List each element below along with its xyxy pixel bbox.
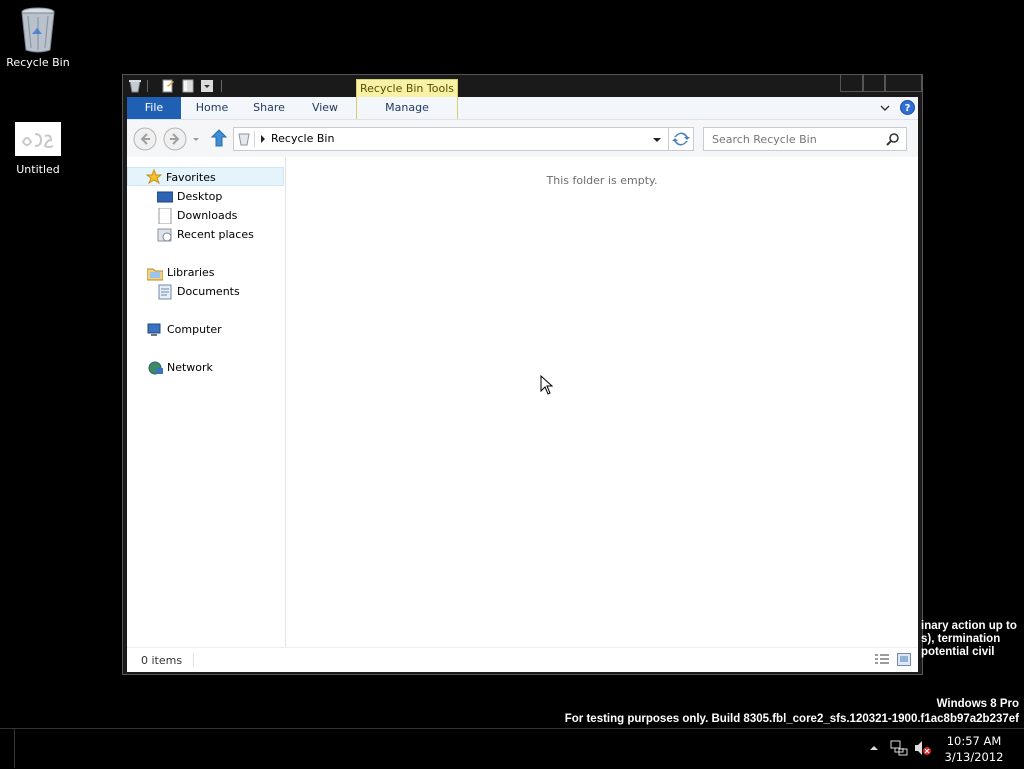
star-icon [146, 169, 162, 185]
tab-file[interactable]: File [127, 97, 181, 119]
separator [193, 653, 194, 667]
back-arrow-icon[interactable] [133, 127, 157, 151]
computer-icon [147, 323, 161, 336]
contextual-tab-group: Recycle Bin Tools [356, 79, 458, 98]
tab-share[interactable]: Share [245, 97, 293, 119]
nav-label: Recent places [177, 228, 254, 241]
navigation-pane: Favorites Desktop Downloads Recent place… [127, 157, 286, 647]
notice-line: potential civil [921, 646, 995, 658]
large-icons-view-icon[interactable] [897, 653, 911, 666]
explorer-window: Recycle Bin Tools File Home Share View M… [122, 74, 923, 675]
maximize-button[interactable] [862, 75, 886, 92]
search-icon[interactable] [886, 132, 900, 146]
tab-view[interactable]: View [301, 97, 349, 119]
taskbar: 10:57 AM 3/13/2012 [0, 728, 1024, 769]
minimize-button[interactable] [840, 75, 864, 92]
watermark-build: For testing purposes only. Build 8305.fb… [564, 713, 1019, 725]
nav-label: Favorites [166, 171, 216, 184]
desktop-icon-untitled[interactable]: Untitled [0, 122, 76, 176]
nav-label: Libraries [167, 266, 215, 279]
content-area: Favorites Desktop Downloads Recent place… [127, 157, 918, 647]
nav-label: Computer [167, 323, 222, 336]
desktop-icon-label: Untitled [16, 163, 60, 176]
search-box[interactable] [703, 127, 907, 151]
separator [221, 80, 222, 92]
title-bar: Recycle Bin Tools [123, 75, 922, 98]
breadcrumb-location[interactable]: Recycle Bin [271, 132, 334, 145]
taskbar-empty-area[interactable] [0, 729, 15, 768]
clock[interactable]: 10:57 AM 3/13/2012 [940, 733, 1008, 765]
tab-home[interactable]: Home [187, 97, 237, 119]
show-hidden-icons-icon[interactable] [869, 744, 879, 752]
nav-label: Downloads [177, 209, 238, 222]
clock-time: 10:57 AM [946, 734, 1002, 748]
clock-date: 3/13/2012 [944, 750, 1004, 764]
recent-places-icon [157, 228, 172, 242]
documents-icon [158, 284, 172, 300]
nav-label: Documents [177, 285, 240, 298]
nav-label: Desktop [177, 190, 223, 203]
nav-item-favorites[interactable]: Favorites [127, 167, 284, 186]
file-list[interactable]: This folder is empty. [286, 157, 918, 647]
volume-muted-icon[interactable] [914, 740, 932, 756]
navigation-bar: Recycle Bin [127, 120, 918, 157]
network-tray-icon[interactable] [890, 740, 908, 756]
empty-folder-message: This folder is empty. [546, 174, 658, 187]
nav-label: Network [167, 361, 213, 374]
item-count: 0 items [141, 654, 183, 667]
chevron-down-icon [204, 85, 210, 88]
libraries-icon [147, 268, 163, 281]
recycle-bin-small-icon [238, 133, 250, 146]
mouse-cursor-icon [540, 375, 554, 395]
downloads-folder-icon [158, 208, 172, 224]
partial-notice: inary action up to s), termination poten… [921, 620, 1024, 659]
recent-locations-chevron-icon[interactable] [191, 134, 201, 144]
ribbon-tabs: File Home Share View Manage ? [127, 97, 918, 120]
svg-text:?: ? [905, 103, 911, 114]
refresh-icon [672, 132, 690, 146]
build-watermark: Windows 8 Pro For testing purposes only.… [565, 697, 1019, 727]
search-input[interactable] [710, 131, 874, 147]
recycle-bin-icon [21, 7, 55, 53]
desktop-icon-recycle-bin[interactable]: Recycle Bin [0, 6, 76, 69]
expand-ribbon-icon[interactable] [879, 102, 891, 114]
separator [254, 131, 255, 147]
new-folder-icon[interactable] [181, 79, 195, 93]
watermark-edition: Windows 8 Pro [936, 698, 1019, 710]
recycle-bin-small-icon [129, 80, 141, 93]
refresh-button[interactable] [668, 127, 694, 151]
status-bar: 0 items [127, 647, 918, 672]
breadcrumb-arrow-icon[interactable] [260, 135, 266, 143]
desktop-icon-label: Recycle Bin [6, 56, 70, 69]
properties-icon[interactable] [161, 79, 175, 93]
quick-access-dropdown[interactable] [201, 80, 213, 92]
help-icon[interactable]: ? [900, 100, 915, 115]
network-icon [148, 361, 163, 375]
details-view-icon[interactable] [875, 654, 889, 666]
address-dropdown-icon[interactable] [652, 136, 662, 144]
desktop-icon [157, 191, 173, 203]
separator [147, 80, 148, 92]
address-box[interactable]: Recycle Bin [233, 127, 693, 151]
paint-document-icon [15, 122, 61, 156]
close-button[interactable] [884, 75, 922, 92]
notice-line: s), termination [921, 633, 1001, 645]
forward-arrow-icon[interactable] [163, 127, 187, 151]
notice-line: inary action up to [921, 620, 1017, 632]
tab-manage[interactable]: Manage [356, 97, 458, 119]
up-arrow-icon[interactable] [211, 129, 227, 147]
